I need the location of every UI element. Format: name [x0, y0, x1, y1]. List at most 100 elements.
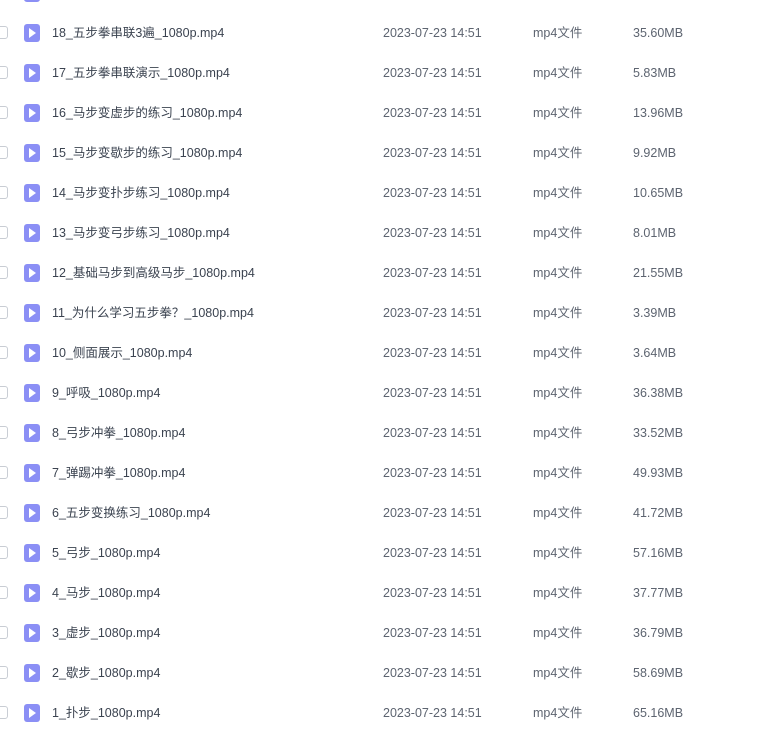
- row-checkbox[interactable]: [0, 66, 8, 79]
- file-row[interactable]: 1_扑步_1080p.mp4 2023-07-23 14:51 mp4文件 65.16…: [0, 693, 779, 733]
- file-size: 3.39MB: [633, 306, 677, 320]
- row-checkbox[interactable]: [0, 266, 8, 279]
- row-checkbox[interactable]: [0, 626, 8, 639]
- video-file-icon: [24, 424, 40, 442]
- file-row[interactable]: 5_弓步_1080p.mp4 2023-07-23 14:51 mp4文件 57.16…: [0, 533, 779, 573]
- row-checkbox[interactable]: [0, 386, 8, 399]
- file-type: mp4文件: [533, 586, 583, 600]
- row-checkbox[interactable]: [0, 506, 8, 519]
- file-size: 36.38MB: [633, 386, 684, 400]
- video-file-icon: [24, 0, 40, 2]
- file-list: 19_五步拳串联2遍_1080p.mp4 2023-07-23 14:51 mp4文…: [0, 0, 779, 733]
- file-size: 58.69MB: [633, 666, 684, 680]
- file-name[interactable]: 6_五步变换练习_1080p.mp4: [52, 493, 210, 533]
- row-checkbox[interactable]: [0, 346, 8, 359]
- file-size: 41.72MB: [633, 506, 684, 520]
- file-name[interactable]: 5_弓步_1080p.mp4: [52, 533, 160, 573]
- file-size: 3.64MB: [633, 346, 677, 360]
- video-file-icon: [24, 64, 40, 82]
- row-checkbox[interactable]: [0, 666, 8, 679]
- file-modified-date: 2023-07-23 14:51: [383, 626, 482, 640]
- row-checkbox[interactable]: [0, 426, 8, 439]
- file-modified-date: 2023-07-23 14:51: [383, 426, 482, 440]
- file-size: 13.96MB: [633, 106, 684, 120]
- file-modified-date: 2023-07-23 14:51: [383, 386, 482, 400]
- file-row[interactable]: 18_五步拳串联3遍_1080p.mp4 2023-07-23 14:51 mp4文…: [0, 13, 779, 53]
- file-row[interactable]: 2_歇步_1080p.mp4 2023-07-23 14:51 mp4文件 58.69…: [0, 653, 779, 693]
- file-row[interactable]: 9_呼吸_1080p.mp4 2023-07-23 14:51 mp4文件 36.38…: [0, 373, 779, 413]
- file-name[interactable]: 19_五步拳串联2遍_1080p.mp4: [52, 0, 224, 13]
- video-file-icon: [24, 464, 40, 482]
- file-name[interactable]: 10_侧面展示_1080p.mp4: [52, 333, 192, 373]
- file-modified-date: 2023-07-23 14:51: [383, 506, 482, 520]
- file-modified-date: 2023-07-23 14:51: [383, 586, 482, 600]
- file-modified-date: 2023-07-23 14:51: [383, 0, 482, 13]
- file-name[interactable]: 7_弹踢冲拳_1080p.mp4: [52, 453, 185, 493]
- row-checkbox[interactable]: [0, 466, 8, 479]
- file-type: mp4文件: [533, 706, 583, 720]
- file-row[interactable]: 8_弓步冲拳_1080p.mp4 2023-07-23 14:51 mp4文件 33.…: [0, 413, 779, 453]
- file-name[interactable]: 16_马步变虚步的练习_1080p.mp4: [52, 93, 242, 133]
- file-name[interactable]: 1_扑步_1080p.mp4: [52, 693, 160, 733]
- row-checkbox[interactable]: [0, 706, 8, 719]
- video-file-icon: [24, 504, 40, 522]
- video-file-icon: [24, 384, 40, 402]
- file-row[interactable]: 19_五步拳串联2遍_1080p.mp4 2023-07-23 14:51 mp4文…: [0, 0, 779, 13]
- file-type: mp4文件: [533, 426, 583, 440]
- file-name[interactable]: 14_马步变扑步练习_1080p.mp4: [52, 173, 230, 213]
- file-modified-date: 2023-07-23 14:51: [383, 466, 482, 480]
- file-row[interactable]: 4_马步_1080p.mp4 2023-07-23 14:51 mp4文件 37.77…: [0, 573, 779, 613]
- file-row[interactable]: 6_五步变换练习_1080p.mp4 2023-07-23 14:51 mp4文件 4…: [0, 493, 779, 533]
- file-name[interactable]: 2_歇步_1080p.mp4: [52, 653, 160, 693]
- file-row[interactable]: 12_基础马步到高级马步_1080p.mp4 2023-07-23 14:51 mp…: [0, 253, 779, 293]
- file-name[interactable]: 8_弓步冲拳_1080p.mp4: [52, 413, 185, 453]
- file-row[interactable]: 15_马步变歇步的练习_1080p.mp4 2023-07-23 14:51 mp4…: [0, 133, 779, 173]
- file-name[interactable]: 4_马步_1080p.mp4: [52, 573, 160, 613]
- file-type: mp4文件: [533, 546, 583, 560]
- file-row[interactable]: 3_虚步_1080p.mp4 2023-07-23 14:51 mp4文件 36.79…: [0, 613, 779, 653]
- file-name[interactable]: 11_为什么学习五步拳？_1080p.mp4: [52, 293, 254, 333]
- file-type: mp4文件: [533, 66, 583, 80]
- video-file-icon: [24, 304, 40, 322]
- row-checkbox[interactable]: [0, 226, 8, 239]
- file-type: mp4文件: [533, 506, 583, 520]
- file-row[interactable]: 14_马步变扑步练习_1080p.mp4 2023-07-23 14:51 mp4文…: [0, 173, 779, 213]
- file-name[interactable]: 18_五步拳串联3遍_1080p.mp4: [52, 13, 224, 53]
- file-type: mp4文件: [533, 306, 583, 320]
- file-row[interactable]: 11_为什么学习五步拳？_1080p.mp4 2023-07-23 14:51 mp…: [0, 293, 779, 333]
- row-checkbox[interactable]: [0, 186, 8, 199]
- file-size: 33.52MB: [633, 426, 684, 440]
- row-checkbox[interactable]: [0, 306, 8, 319]
- row-checkbox[interactable]: [0, 586, 8, 599]
- file-size: 10.65MB: [633, 186, 684, 200]
- file-type: mp4文件: [533, 186, 583, 200]
- file-row[interactable]: 16_马步变虚步的练习_1080p.mp4 2023-07-23 14:51 mp4…: [0, 93, 779, 133]
- file-type: mp4文件: [533, 146, 583, 160]
- file-row[interactable]: 17_五步拳串联演示_1080p.mp4 2023-07-23 14:51 mp4文…: [0, 53, 779, 93]
- row-checkbox[interactable]: [0, 26, 8, 39]
- file-name[interactable]: 13_马步变弓步练习_1080p.mp4: [52, 213, 230, 253]
- file-modified-date: 2023-07-23 14:51: [383, 186, 482, 200]
- file-type: mp4文件: [533, 226, 583, 240]
- file-name[interactable]: 3_虚步_1080p.mp4: [52, 613, 160, 653]
- row-checkbox[interactable]: [0, 146, 8, 159]
- video-file-icon: [24, 624, 40, 642]
- row-checkbox[interactable]: [0, 106, 8, 119]
- file-modified-date: 2023-07-23 14:51: [383, 546, 482, 560]
- file-name[interactable]: 17_五步拳串联演示_1080p.mp4: [52, 53, 230, 93]
- file-type: mp4文件: [533, 666, 583, 680]
- video-file-icon: [24, 224, 40, 242]
- video-file-icon: [24, 184, 40, 202]
- file-type: mp4文件: [533, 26, 583, 40]
- file-name[interactable]: 9_呼吸_1080p.mp4: [52, 373, 160, 413]
- video-file-icon: [24, 664, 40, 682]
- file-name[interactable]: 12_基础马步到高级马步_1080p.mp4: [52, 253, 255, 293]
- file-row[interactable]: 10_侧面展示_1080p.mp4 2023-07-23 14:51 mp4文件 3.…: [0, 333, 779, 373]
- file-row[interactable]: 7_弹踢冲拳_1080p.mp4 2023-07-23 14:51 mp4文件 49.…: [0, 453, 779, 493]
- file-size: 5.83MB: [633, 66, 677, 80]
- file-size: 37.77MB: [633, 586, 684, 600]
- file-name[interactable]: 15_马步变歇步的练习_1080p.mp4: [52, 133, 242, 173]
- file-size: 36.79MB: [633, 626, 684, 640]
- row-checkbox[interactable]: [0, 546, 8, 559]
- file-row[interactable]: 13_马步变弓步练习_1080p.mp4 2023-07-23 14:51 mp4文…: [0, 213, 779, 253]
